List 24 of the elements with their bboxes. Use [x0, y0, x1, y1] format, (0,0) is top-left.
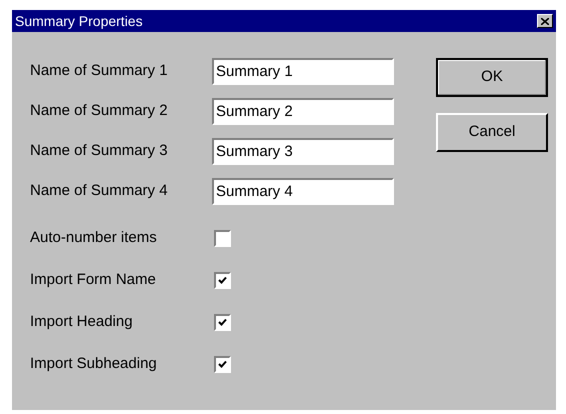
checkmark-icon	[218, 318, 227, 326]
checkbox[interactable]	[214, 314, 231, 330]
close-icon	[541, 18, 549, 24]
checkbox[interactable]	[214, 272, 231, 288]
cancel-button[interactable]: Cancel	[436, 113, 548, 152]
close-button[interactable]	[537, 14, 553, 28]
checkmark-icon	[218, 360, 227, 368]
ok-button[interactable]: OK	[436, 58, 548, 97]
field-label: Name of Summary 3	[30, 141, 169, 162]
field-label: Name of Summary 4	[30, 181, 169, 202]
name-field[interactable]: Summary 2	[212, 98, 394, 125]
checkbox-label: Auto-number items	[30, 228, 158, 248]
field-label: Name of Summary 2	[30, 101, 169, 122]
checkbox[interactable]	[214, 230, 231, 246]
checkbox-label: Import Subheading	[30, 354, 158, 374]
name-field[interactable]: Summary 3	[212, 138, 394, 165]
checkbox-label: Import Heading	[30, 312, 134, 332]
name-field[interactable]: Summary 1	[212, 58, 394, 85]
checkbox-label: Import Form Name	[30, 270, 157, 290]
name-field[interactable]: Summary 4	[212, 178, 394, 205]
checkmark-icon	[218, 276, 227, 284]
field-label: Name of Summary 1	[30, 61, 169, 82]
window-title: Summary Properties	[15, 12, 143, 31]
checkbox[interactable]	[214, 356, 231, 372]
